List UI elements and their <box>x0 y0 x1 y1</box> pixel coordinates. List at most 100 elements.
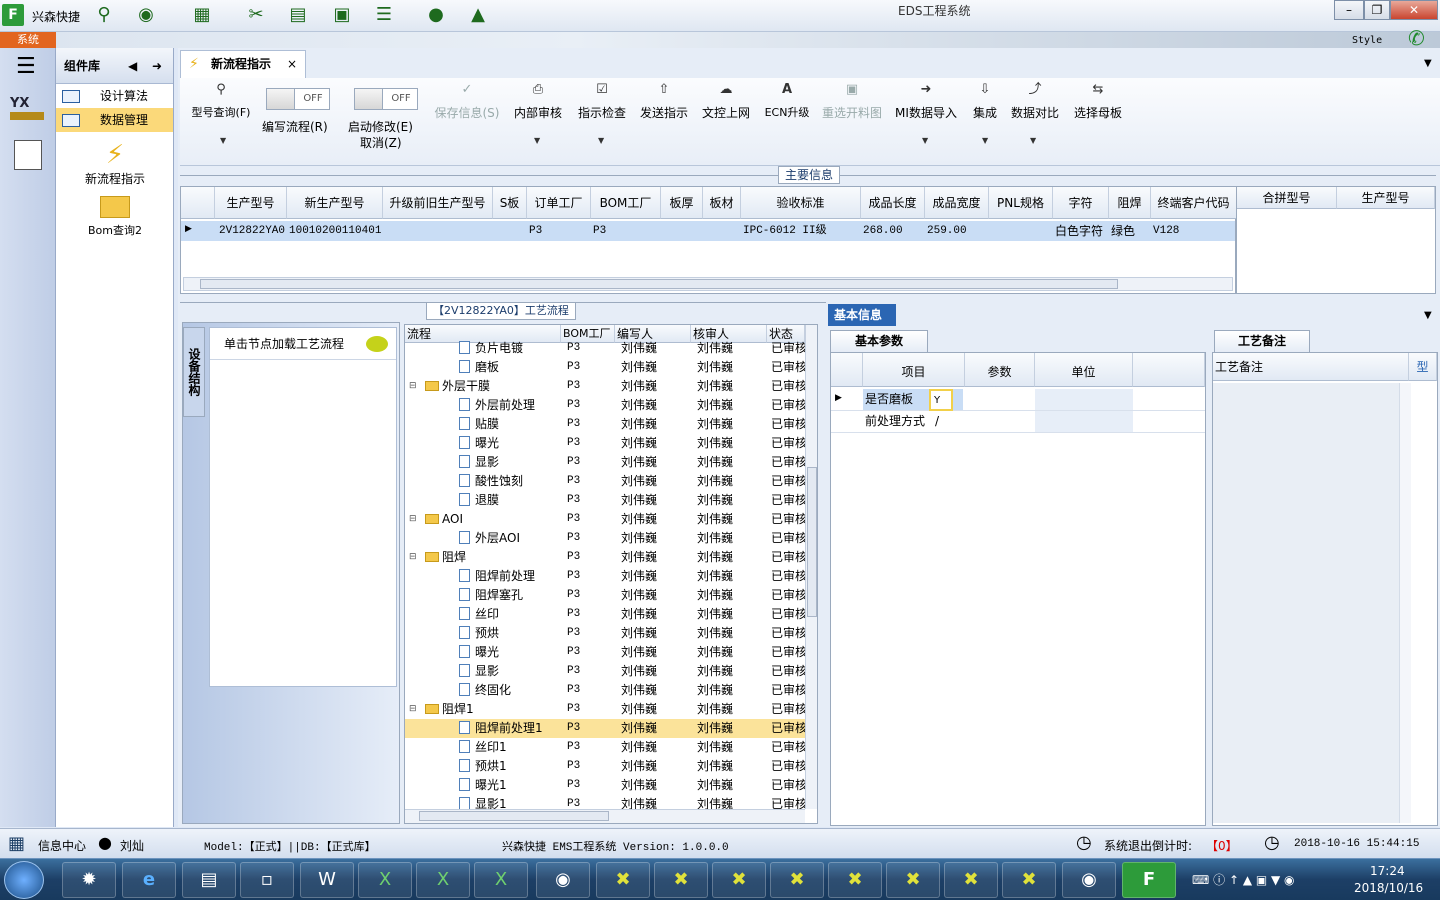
col-header[interactable]: 单位 <box>1035 353 1133 387</box>
excel-icon[interactable]: X <box>358 862 412 898</box>
instruction-check-button[interactable]: ☑ 指示检查 ▼ <box>576 82 628 145</box>
cell-bom-factory[interactable]: P3 <box>589 221 606 241</box>
tree-node-name[interactable]: 丝印1 <box>459 738 507 757</box>
param-unit[interactable] <box>1035 389 1133 410</box>
doc-control-online-button[interactable]: ☁ 文控上网 <box>700 82 752 121</box>
write-process-toggle[interactable]: OFF <box>266 88 330 110</box>
tree-row[interactable]: 显影 P3 刘伟巍 刘伟巍 已审核 <box>405 662 805 681</box>
close-button[interactable]: ✕ <box>1390 0 1438 20</box>
model-query-button[interactable]: ⚲ 型号查询(F) ▼ <box>186 82 256 145</box>
cancel-label[interactable]: 取消(Z) <box>360 134 402 151</box>
tree-node-name[interactable]: 外层前处理 <box>459 396 535 415</box>
tree-node-name[interactable]: 阻焊 <box>425 548 466 567</box>
tree-node-name[interactable]: 显影 <box>459 453 499 472</box>
nav-item-data-management[interactable]: 数据管理 <box>56 108 173 132</box>
col-header[interactable]: 板材 <box>703 187 741 219</box>
tree-row[interactable]: 退膜 P3 刘伟巍 刘伟巍 已审核 <box>405 491 805 510</box>
tree-node-name[interactable]: 预烘1 <box>459 757 507 776</box>
col-header[interactable]: 成品宽度 <box>925 187 989 219</box>
select-mother-board-button[interactable]: ⇆ 选择母板 <box>1072 82 1124 121</box>
list-icon[interactable]: ☰ <box>372 4 396 26</box>
ie-icon[interactable]: e <box>122 862 176 898</box>
pin-icon[interactable]: ➜ <box>152 48 162 84</box>
tree-row[interactable]: 外层前处理 P3 刘伟巍 刘伟巍 已审核 <box>405 396 805 415</box>
style-menu[interactable]: Style <box>1352 35 1382 46</box>
tree-row[interactable]: 显影1 P3 刘伟巍 刘伟巍 已审核 <box>405 795 805 809</box>
ecn-upgrade-button[interactable]: A ECN升级 <box>762 82 812 120</box>
col-header[interactable]: S板 <box>493 187 527 219</box>
cell-customer[interactable]: V128 <box>1149 221 1179 241</box>
tree-node-name[interactable]: 预烘 <box>459 624 499 643</box>
craft-note-tab[interactable]: 工艺备注 <box>1214 330 1310 352</box>
phone-icon[interactable]: ✆ <box>1408 26 1425 50</box>
col-header[interactable]: 阻焊 <box>1109 187 1151 219</box>
start-edit-toggle[interactable]: OFF <box>354 88 418 110</box>
tree-node-name[interactable]: AOI <box>425 510 463 529</box>
tree-row[interactable]: 预烘1 P3 刘伟巍 刘伟巍 已审核 <box>405 757 805 776</box>
tree-node-name[interactable]: 磨板 <box>459 358 499 377</box>
cross-file-icon[interactable]: ✖ <box>654 862 708 898</box>
start-button[interactable] <box>4 861 44 899</box>
cross-file-icon[interactable]: ✖ <box>828 862 882 898</box>
doc-tab-new-process[interactable]: ⚡ 新流程指示 × <box>180 50 306 78</box>
col-header[interactable]: 成品长度 <box>861 187 925 219</box>
tree-vscrollbar[interactable] <box>805 325 817 809</box>
param-value[interactable]: / <box>935 411 939 432</box>
tree-node-name[interactable]: 阻焊塞孔 <box>459 586 523 605</box>
tree-row[interactable]: 曝光 P3 刘伟巍 刘伟巍 已审核 <box>405 434 805 453</box>
minimize-button[interactable]: – <box>1334 0 1364 20</box>
eds-app-icon[interactable]: F <box>1122 862 1176 898</box>
internal-review-button[interactable]: ⎙ 内部审核 ▼ <box>512 82 564 145</box>
craft-note-body[interactable] <box>1213 383 1399 823</box>
restore-button[interactable]: ❐ <box>1364 0 1390 20</box>
tree-row[interactable]: 酸性蚀刻 P3 刘伟巍 刘伟巍 已审核 <box>405 472 805 491</box>
cell-length[interactable]: 268.00 <box>859 221 903 241</box>
col-header[interactable]: 生产型号 <box>215 187 287 219</box>
integrate-button[interactable]: ⇩ 集成 ▼ <box>968 82 1002 145</box>
chevron-down-icon[interactable]: ▼ <box>534 136 540 145</box>
menu-icon[interactable]: ☰ <box>16 56 36 78</box>
col-header[interactable]: 终端客户代码 <box>1151 187 1237 219</box>
data-compare-button[interactable]: ⤴ 数据对比 ▼ <box>1010 82 1060 145</box>
cross-file-icon[interactable]: ✖ <box>886 862 940 898</box>
hint-panel[interactable]: 单击节点加载工艺流程 <box>209 327 397 687</box>
cross-file-icon[interactable]: ✖ <box>944 862 998 898</box>
param-unit[interactable] <box>1035 411 1133 432</box>
chevron-down-icon[interactable]: ▼ <box>1030 136 1036 145</box>
col-header[interactable]: PNL规格 <box>989 187 1053 219</box>
col-header[interactable]: 订单工厂 <box>527 187 591 219</box>
area-chart-icon[interactable]: ▲ <box>466 4 490 26</box>
tree-node-name[interactable]: 外层干膜 <box>425 377 490 396</box>
chevron-down-icon[interactable]: ▼ <box>1424 310 1432 321</box>
tree-node-name[interactable]: 终固化 <box>459 681 511 700</box>
col-header[interactable]: 参数 <box>965 353 1035 387</box>
search-icon[interactable]: ⚲ <box>92 4 116 26</box>
tree-row[interactable]: 丝印1 P3 刘伟巍 刘伟巍 已审核 <box>405 738 805 757</box>
system-tab[interactable]: 系统 <box>0 32 56 48</box>
tree-node-name[interactable]: 曝光1 <box>459 776 507 795</box>
excel-icon[interactable]: X <box>474 862 528 898</box>
tree-node-name[interactable]: 负片电镀 <box>459 339 523 358</box>
chevron-down-icon[interactable]: ▼ <box>922 136 928 145</box>
globe-icon[interactable]: ◉ <box>134 4 158 26</box>
tree-node-name[interactable]: 阻焊1 <box>425 700 474 719</box>
cross-file-icon[interactable]: ✖ <box>1002 862 1056 898</box>
chevron-down-icon[interactable]: ▼ <box>1424 58 1432 69</box>
word-icon[interactable]: W <box>300 862 354 898</box>
tree-row[interactable]: 曝光 P3 刘伟巍 刘伟巍 已审核 <box>405 643 805 662</box>
cross-file-icon[interactable]: ✖ <box>596 862 650 898</box>
col-header[interactable]: BOM工厂 <box>591 187 661 219</box>
horizontal-scrollbar[interactable] <box>183 277 1233 291</box>
monitor-app-icon[interactable]: ◉ <box>1062 862 1116 898</box>
col-header[interactable]: 验收标准 <box>741 187 861 219</box>
app-logo-icon[interactable]: F <box>2 4 24 26</box>
col-header[interactable]: 项目 <box>863 353 965 387</box>
tree-row[interactable]: 磨板 P3 刘伟巍 刘伟巍 已审核 <box>405 358 805 377</box>
cross-file-icon[interactable]: ✖ <box>712 862 766 898</box>
tree-node-name[interactable]: 丝印 <box>459 605 499 624</box>
table-icon[interactable]: ▦ <box>190 4 214 26</box>
tree-node-name[interactable]: 阻焊前处理1 <box>459 719 543 738</box>
nav-item-design-algorithm[interactable]: 设计算法 <box>56 84 173 108</box>
tree-row[interactable]: 贴膜 P3 刘伟巍 刘伟巍 已审核 <box>405 415 805 434</box>
cell-standard[interactable]: IPC-6012 II级 <box>739 221 827 241</box>
